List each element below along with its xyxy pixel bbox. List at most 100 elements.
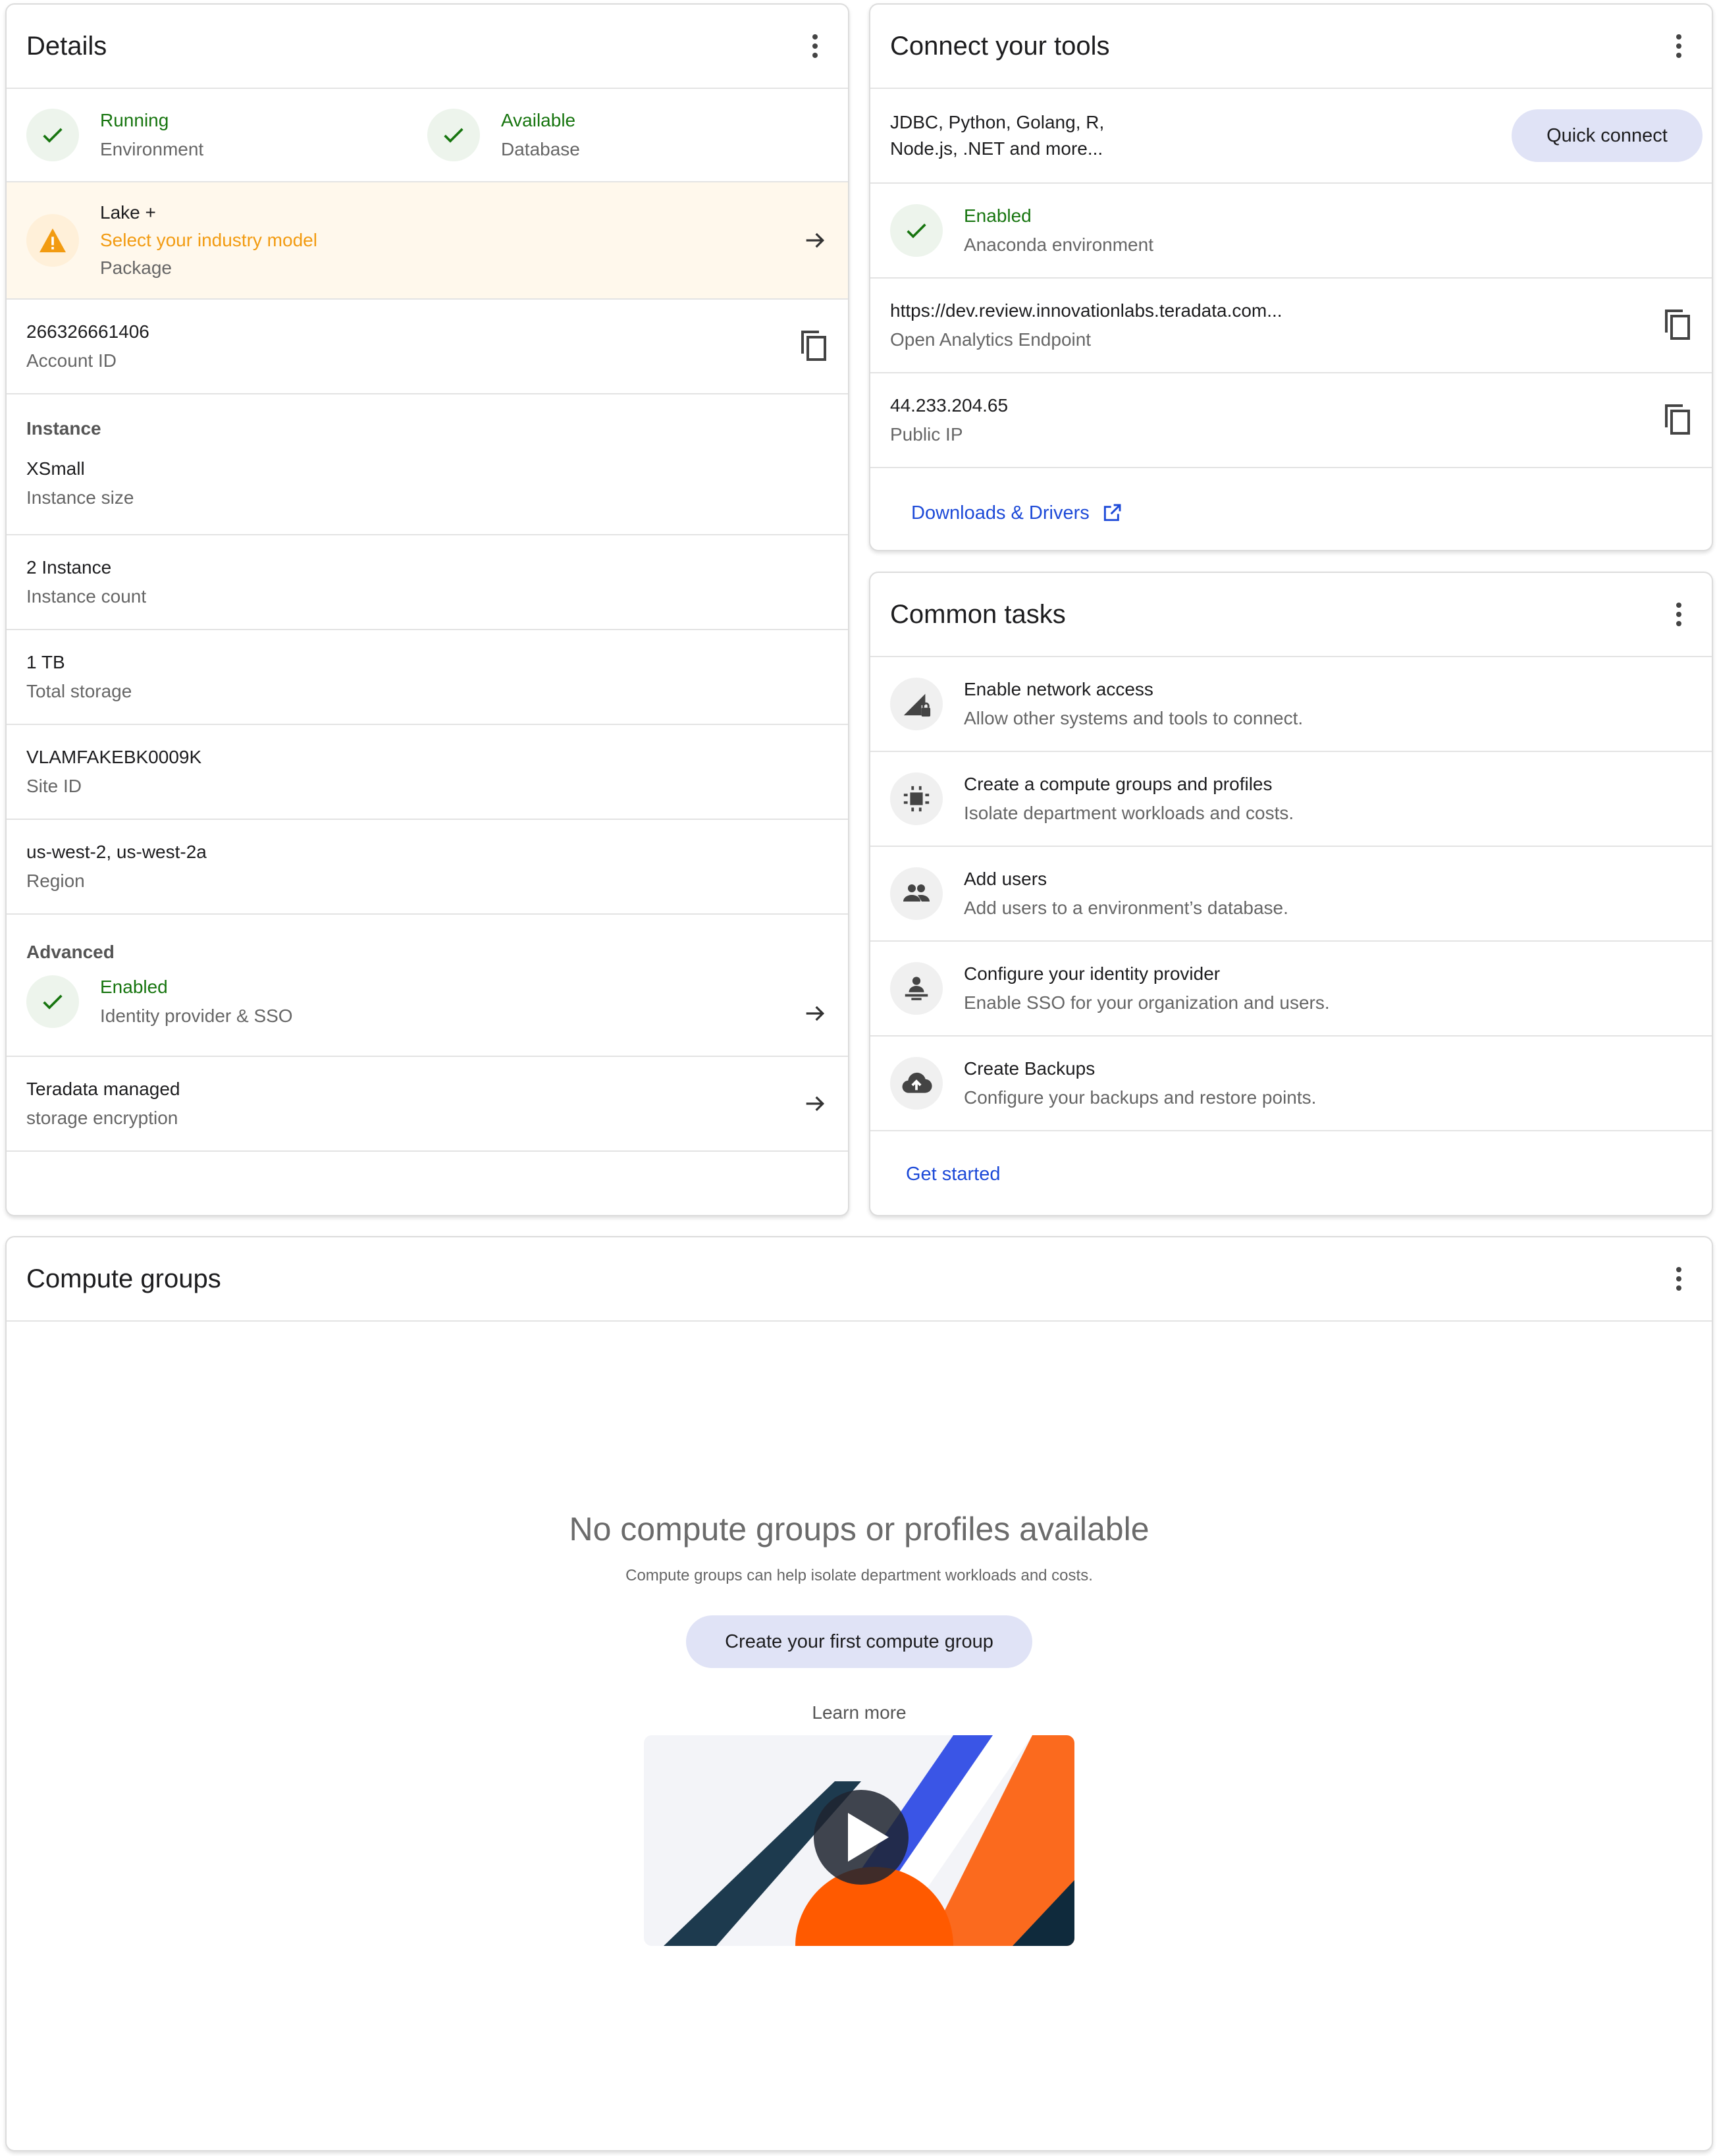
public-ip-value: 44.233.204.65 bbox=[890, 395, 1009, 416]
copy-icon[interactable] bbox=[1663, 404, 1692, 437]
languages-row: JDBC, Python, Golang, R, Node.js, .NET a… bbox=[870, 89, 1712, 184]
status-row: Running Environment Available Database bbox=[7, 89, 848, 182]
tasks-header: Common tasks bbox=[870, 573, 1712, 657]
downloads-row: Downloads & Drivers bbox=[870, 468, 1712, 550]
common-tasks-card: Common tasks Enable network access Allow… bbox=[869, 572, 1713, 1216]
total-storage-value: 1 TB bbox=[26, 652, 65, 672]
compute-groups-card: Compute groups No compute groups or prof… bbox=[5, 1236, 1713, 2151]
database-status-value: Available bbox=[501, 110, 576, 130]
storage-encryption-row[interactable]: Teradata managed storage encryption bbox=[7, 1057, 848, 1152]
languages-line-2: Node.js, .NET and more... bbox=[890, 138, 1103, 159]
region-value: us-west-2, us-west-2a bbox=[26, 842, 207, 862]
details-title: Details bbox=[26, 31, 107, 61]
identity-provider-row[interactable]: Advanced Enabled Identity provider & SSO bbox=[7, 915, 848, 1057]
quick-connect-button[interactable]: Quick connect bbox=[1512, 109, 1703, 162]
arrow-right-icon[interactable] bbox=[802, 227, 828, 254]
storage-encryption-label: storage encryption bbox=[26, 1108, 178, 1128]
instance-size-row: Instance XSmall Instance size bbox=[7, 394, 848, 535]
arrow-right-icon[interactable] bbox=[802, 1000, 828, 1027]
task-title: Enable network access bbox=[964, 679, 1153, 699]
task-description: Isolate department workloads and costs. bbox=[964, 803, 1294, 823]
account-id-value: 266326661406 bbox=[26, 321, 149, 342]
check-icon bbox=[26, 975, 79, 1028]
connect-more-menu-icon[interactable] bbox=[1666, 26, 1692, 66]
task-add-users[interactable]: Add users Add users to a environment’s d… bbox=[870, 847, 1712, 942]
details-header: Details bbox=[7, 5, 848, 89]
compute-title: Compute groups bbox=[26, 1264, 221, 1293]
get-started-row: Get started bbox=[870, 1131, 1712, 1215]
task-create-compute-groups[interactable]: Create a compute groups and profiles Iso… bbox=[870, 752, 1712, 847]
total-storage-label: Total storage bbox=[26, 681, 132, 701]
endpoint-value: https://dev.review.innovationlabs.terada… bbox=[890, 300, 1282, 321]
storage-encryption-value: Teradata managed bbox=[26, 1079, 180, 1099]
arrow-right-icon[interactable] bbox=[802, 1091, 828, 1117]
task-configure-identity-provider[interactable]: Configure your identity provider Enable … bbox=[870, 942, 1712, 1037]
identity-provider-status: Enabled bbox=[100, 977, 168, 997]
environment-status-value: Running bbox=[100, 110, 169, 130]
task-title: Create Backups bbox=[964, 1058, 1096, 1079]
tasks-title: Common tasks bbox=[890, 599, 1066, 629]
downloads-drivers-label: Downloads & Drivers bbox=[911, 502, 1090, 524]
task-title: Configure your identity provider bbox=[964, 963, 1221, 984]
account-id-label: Account ID bbox=[26, 350, 117, 371]
public-ip-label: Public IP bbox=[890, 424, 963, 445]
copy-icon[interactable] bbox=[1663, 309, 1692, 342]
compute-chip-icon bbox=[890, 772, 943, 825]
instance-count-value: 2 Instance bbox=[26, 557, 112, 578]
empty-state-subtitle: Compute groups can help isolate departme… bbox=[625, 1567, 1093, 1584]
site-id-value: VLAMFAKEBK0009K bbox=[26, 747, 202, 767]
package-label: Package bbox=[100, 257, 172, 278]
check-icon bbox=[26, 109, 79, 161]
database-status: Available Database bbox=[427, 108, 828, 162]
account-id-row: 266326661406 Account ID bbox=[7, 300, 848, 394]
check-icon bbox=[427, 109, 480, 161]
connect-tools-card: Connect your tools JDBC, Python, Golang,… bbox=[869, 3, 1713, 551]
check-icon bbox=[890, 204, 943, 257]
task-create-backups[interactable]: Create Backups Configure your backups an… bbox=[870, 1037, 1712, 1131]
environment-status-label: Environment bbox=[100, 139, 204, 159]
tasks-more-menu-icon[interactable] bbox=[1666, 595, 1692, 634]
region-row: us-west-2, us-west-2a Region bbox=[7, 820, 848, 915]
task-description: Add users to a environment’s database. bbox=[964, 898, 1288, 918]
instance-count-row: 2 Instance Instance count bbox=[7, 535, 848, 630]
video-artwork bbox=[644, 1735, 1074, 1946]
instance-section-heading: Instance bbox=[26, 418, 101, 439]
compute-empty-state: No compute groups or profiles available … bbox=[7, 1510, 1712, 1946]
task-description: Enable SSO for your organization and use… bbox=[964, 992, 1330, 1013]
instance-count-label: Instance count bbox=[26, 586, 147, 606]
details-more-menu-icon[interactable] bbox=[802, 26, 828, 66]
database-status-label: Database bbox=[501, 139, 580, 159]
task-description: Allow other systems and tools to connect… bbox=[964, 708, 1304, 728]
select-industry-model-link[interactable]: Select your industry model bbox=[100, 228, 317, 253]
network-lock-icon bbox=[890, 678, 943, 730]
endpoint-row: https://dev.review.innovationlabs.terada… bbox=[870, 279, 1712, 373]
languages-line-1: JDBC, Python, Golang, R, bbox=[890, 112, 1105, 132]
warning-icon bbox=[26, 214, 79, 267]
environment-status: Running Environment bbox=[26, 108, 427, 162]
task-enable-network-access[interactable]: Enable network access Allow other system… bbox=[870, 657, 1712, 752]
package-row[interactable]: Lake + Select your industry model Packag… bbox=[7, 182, 848, 300]
public-ip-row: 44.233.204.65 Public IP bbox=[870, 373, 1712, 468]
task-title: Create a compute groups and profiles bbox=[964, 774, 1273, 794]
downloads-drivers-link[interactable]: Downloads & Drivers bbox=[911, 502, 1123, 524]
get-started-link[interactable]: Get started bbox=[906, 1164, 1000, 1185]
copy-icon[interactable] bbox=[799, 330, 828, 363]
package-name: Lake + bbox=[100, 202, 156, 223]
anaconda-row: Enabled Anaconda environment bbox=[870, 184, 1712, 279]
create-compute-group-button[interactable]: Create your first compute group bbox=[686, 1615, 1032, 1668]
connect-header: Connect your tools bbox=[870, 5, 1712, 89]
site-id-row: VLAMFAKEBK0009K Site ID bbox=[7, 725, 848, 820]
site-id-label: Site ID bbox=[26, 776, 82, 796]
compute-more-menu-icon[interactable] bbox=[1666, 1259, 1692, 1299]
region-label: Region bbox=[26, 871, 85, 891]
total-storage-row: 1 TB Total storage bbox=[7, 630, 848, 725]
connect-title: Connect your tools bbox=[890, 31, 1110, 61]
anaconda-label: Anaconda environment bbox=[964, 234, 1153, 255]
identity-provider-label: Identity provider & SSO bbox=[100, 1006, 293, 1026]
learn-more-video-thumbnail[interactable] bbox=[644, 1735, 1074, 1946]
instance-size-value: XSmall bbox=[26, 458, 85, 479]
anaconda-status: Enabled bbox=[964, 205, 1032, 226]
users-icon bbox=[890, 867, 943, 920]
cloud-upload-icon bbox=[890, 1057, 943, 1110]
external-link-icon bbox=[1103, 504, 1121, 522]
